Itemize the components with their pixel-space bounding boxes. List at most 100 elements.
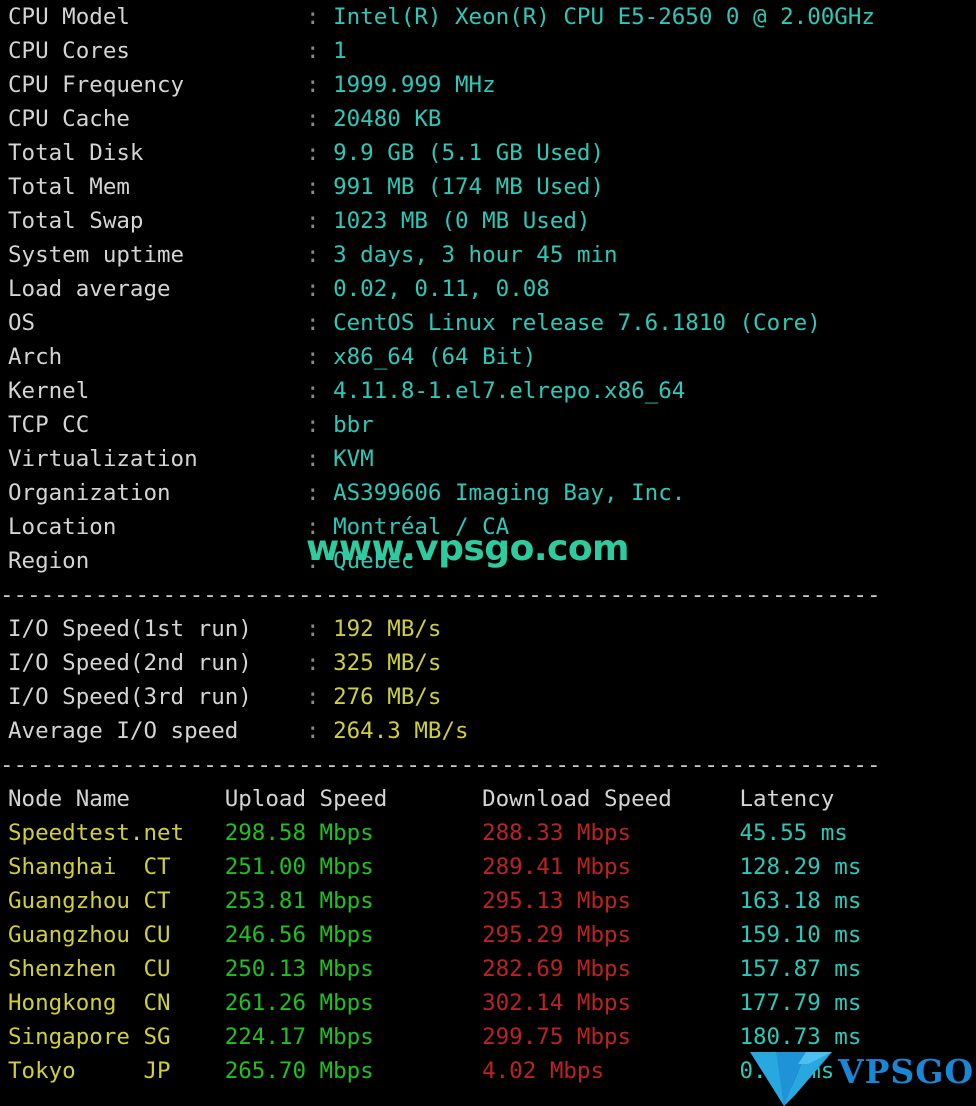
info-row-value: 3 days, 3 hour 45 min	[333, 242, 618, 268]
speedtest-row: Singapore SG 224.17 Mbps 299.75 Mbps 180.73 …	[0, 1020, 976, 1054]
colon-separator: :	[306, 412, 334, 438]
speedtest-node-name: Shanghai	[8, 854, 117, 880]
info-row: CPU Frequency: 1999.999 MHz	[0, 68, 976, 102]
speedtest-upload: 224.17 Mbps	[224, 1024, 374, 1050]
speedtest-latency: 163.18 ms	[739, 888, 862, 914]
speedtest-latency: 159.10 ms	[739, 922, 862, 948]
info-row-label: Arch	[8, 344, 63, 370]
info-row-label: Organization	[8, 480, 171, 506]
info-row: Average I/O speed: 264.3 MB/s	[0, 714, 976, 748]
info-row-value: 1	[333, 38, 347, 64]
info-row-label: Total Disk	[8, 140, 144, 166]
speedtest-upload: 253.81 Mbps	[224, 888, 374, 914]
terminal-output: CPU Model: Intel(R) Xeon(R) CPU E5-2650 …	[0, 0, 976, 1106]
info-row: OS: CentOS Linux release 7.6.1810 (Core)	[0, 306, 976, 340]
speedtest-latency: 128.29 ms	[739, 854, 862, 880]
info-row-label: CPU Cores	[8, 38, 130, 64]
speedtest-latency: 157.87 ms	[739, 956, 862, 982]
colon-separator: :	[306, 140, 334, 166]
io-speed-block: I/O Speed(1st run): 192 MB/s I/O Speed(2n…	[0, 612, 976, 748]
info-row-label: Average I/O speed	[8, 718, 239, 744]
speedtest-upload: 251.00 Mbps	[224, 854, 374, 880]
colon-separator: :	[306, 650, 334, 676]
speedtest-row: Shanghai CT 251.00 Mbps 289.41 Mbps 128.29 m…	[0, 850, 976, 884]
colon-separator: :	[306, 72, 334, 98]
speedtest-download: 4.02 Mbps	[482, 1058, 605, 1084]
colon-separator: :	[306, 446, 334, 472]
info-row-value: 991 MB (174 MB Used)	[333, 174, 605, 200]
speedtest-node-name: Speedtest.net	[8, 820, 185, 846]
speedtest-isp: CU	[143, 956, 171, 982]
column-header-upload: Upload Speed	[224, 786, 388, 812]
info-row-value: 192 MB/s	[333, 616, 442, 642]
info-row: Total Swap: 1023 MB (0 MB Used)	[0, 204, 976, 238]
info-row-label: OS	[8, 310, 36, 336]
colon-separator: :	[306, 4, 334, 30]
speedtest-download: 282.69 Mbps	[482, 956, 632, 982]
speedtest-node-name: Tokyo	[8, 1058, 76, 1084]
info-row-value: Montréal / CA	[333, 514, 510, 540]
info-row-value: 4.11.8-1.el7.elrepo.x86_64	[333, 378, 686, 404]
speedtest-isp: CU	[143, 922, 171, 948]
info-row: Location: Montréal / CA	[0, 510, 976, 544]
speedtest-isp: CT	[143, 854, 171, 880]
info-row-value: 1999.999 MHz	[333, 72, 496, 98]
info-row-value: CentOS Linux release 7.6.1810 (Core)	[333, 310, 821, 336]
column-header-node: Node Name	[8, 786, 130, 812]
info-row-value: Intel(R) Xeon(R) CPU E5-2650 0 @ 2.00GHz	[333, 4, 875, 30]
info-row-label: CPU Cache	[8, 106, 130, 132]
colon-separator: :	[306, 718, 334, 744]
speedtest-latency: 180.73 ms	[739, 1024, 862, 1050]
info-row-label: Kernel	[8, 378, 90, 404]
info-row-value: 276 MB/s	[333, 684, 442, 710]
colon-separator: :	[306, 548, 334, 574]
info-row: I/O Speed(1st run): 192 MB/s	[0, 612, 976, 646]
speedtest-latency: 177.79 ms	[739, 990, 862, 1016]
speedtest-upload: 298.58 Mbps	[224, 820, 374, 846]
info-row: CPU Model: Intel(R) Xeon(R) CPU E5-2650 …	[0, 0, 976, 34]
speedtest-latency: 45.55 ms	[739, 820, 848, 846]
info-row-label: Virtualization	[8, 446, 198, 472]
colon-separator: :	[306, 684, 334, 710]
info-row-value: 1023 MB (0 MB Used)	[333, 208, 591, 234]
info-row: CPU Cores: 1	[0, 34, 976, 68]
info-row-value: KVM	[333, 446, 374, 472]
speedtest-download: 295.29 Mbps	[482, 922, 632, 948]
colon-separator: :	[306, 310, 334, 336]
info-row-label: CPU Frequency	[8, 72, 185, 98]
speedtest-isp: CT	[143, 888, 171, 914]
column-header-latency: Latency	[739, 786, 835, 812]
speedtest-node-name: Hongkong	[8, 990, 117, 1016]
info-row: Virtualization: KVM	[0, 442, 976, 476]
info-row-label: I/O Speed(3rd run)	[8, 684, 252, 710]
speedtest-header-row: Node Name Upload Speed Download Speed Laten…	[0, 782, 976, 816]
colon-separator: :	[306, 344, 334, 370]
speedtest-isp: JP	[143, 1058, 171, 1084]
info-row-label: I/O Speed(1st run)	[8, 616, 252, 642]
info-row-label: TCP CC	[8, 412, 90, 438]
info-row-value: AS399606 Imaging Bay, Inc.	[333, 480, 686, 506]
info-row-value: 0.02, 0.11, 0.08	[333, 276, 550, 302]
info-row-value: 20480 KB	[333, 106, 442, 132]
speedtest-download: 295.13 Mbps	[482, 888, 632, 914]
info-row-label: CPU Model	[8, 4, 130, 30]
separator-1: ----------------------------------------…	[0, 582, 881, 608]
colon-separator: :	[306, 208, 334, 234]
speedtest-download: 288.33 Mbps	[482, 820, 632, 846]
speedtest-download: 299.75 Mbps	[482, 1024, 632, 1050]
speedtest-upload: 250.13 Mbps	[224, 956, 374, 982]
speedtest-table: Node Name Upload Speed Download Speed Laten…	[0, 782, 976, 1088]
info-row-label: Total Swap	[8, 208, 144, 234]
colon-separator: :	[306, 242, 334, 268]
info-row: Organization: AS399606 Imaging Bay, Inc.	[0, 476, 976, 510]
info-row-label: I/O Speed(2nd run)	[8, 650, 252, 676]
speedtest-node-name: Guangzhou	[8, 888, 130, 914]
info-row: Total Mem: 991 MB (174 MB Used)	[0, 170, 976, 204]
info-row-value: 9.9 GB (5.1 GB Used)	[333, 140, 605, 166]
colon-separator: :	[306, 480, 334, 506]
speedtest-row: Guangzhou CT 253.81 Mbps 295.13 Mbps 163.18 …	[0, 884, 976, 918]
info-row-label: Region	[8, 548, 90, 574]
info-row: TCP CC: bbr	[0, 408, 976, 442]
info-row: Load average: 0.02, 0.11, 0.08	[0, 272, 976, 306]
colon-separator: :	[306, 514, 334, 540]
